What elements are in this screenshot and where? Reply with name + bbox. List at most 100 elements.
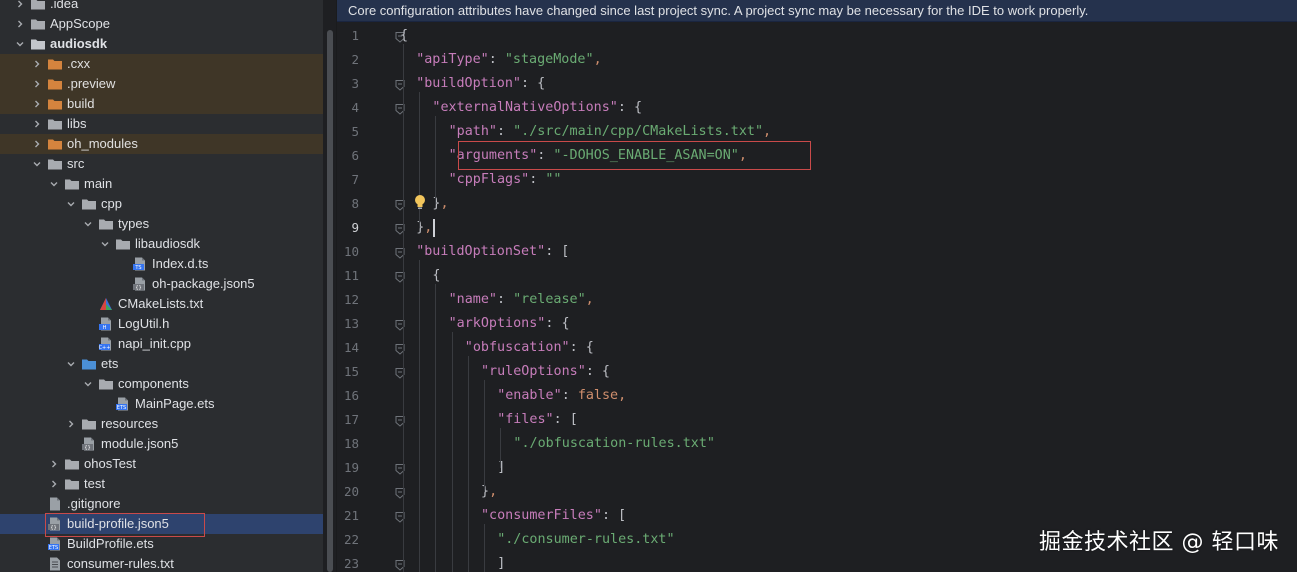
- chevron-down-icon[interactable]: [48, 178, 60, 190]
- tree-item[interactable]: ohosTest: [0, 454, 323, 474]
- code-area[interactable]: { "apiType": "stageMode", "buildOption": {…: [382, 24, 1282, 572]
- code-line[interactable]: "arkOptions": {: [449, 312, 570, 336]
- chevron-right-icon[interactable]: [31, 138, 43, 150]
- tree-item-label: src: [67, 156, 85, 171]
- tree-item[interactable]: ETS MainPage.ets: [0, 394, 323, 414]
- code-line[interactable]: "buildOptionSet": [: [416, 240, 569, 264]
- tree-item-label: .cxx: [67, 56, 91, 71]
- chevron-right-icon[interactable]: [65, 418, 77, 430]
- tree-item[interactable]: .gitignore: [0, 494, 323, 514]
- code-line[interactable]: "./consumer-rules.txt": [497, 528, 674, 552]
- tree-item[interactable]: .cxx: [0, 54, 323, 74]
- tree-item[interactable]: libaudiosdk: [0, 234, 323, 254]
- lightbulb-icon[interactable]: [413, 194, 427, 210]
- tree-item[interactable]: {} module.json5: [0, 434, 323, 454]
- tree-item[interactable]: .preview: [0, 74, 323, 94]
- tree-item-label: BuildProfile.ets: [67, 536, 154, 551]
- chevron-right-icon[interactable]: [31, 78, 43, 90]
- chevron-right-icon[interactable]: [31, 98, 43, 110]
- code-token: "path": [448, 124, 497, 139]
- code-editor[interactable]: Core configuration attributes have chang…: [337, 0, 1297, 572]
- code-line[interactable]: "obfuscation": {: [465, 336, 594, 360]
- code-line[interactable]: {: [400, 24, 408, 48]
- chevron-right-icon[interactable]: [14, 0, 26, 10]
- tree-item[interactable]: types: [0, 214, 323, 234]
- tree-item[interactable]: H LogUtil.h: [0, 314, 323, 334]
- chevron-down-icon[interactable]: [82, 218, 94, 230]
- code-token: "arkOptions": [448, 316, 546, 331]
- tree-item[interactable]: main: [0, 174, 323, 194]
- code-line[interactable]: "./obfuscation-rules.txt": [513, 432, 715, 456]
- scrollbar-thumb[interactable]: [327, 30, 333, 572]
- folder-icon: [98, 217, 114, 231]
- chevron-down-icon[interactable]: [31, 158, 43, 170]
- project-tree-scrollbar[interactable]: [326, 30, 334, 572]
- chevron-right-icon[interactable]: [48, 478, 60, 490]
- tree-item[interactable]: components: [0, 374, 323, 394]
- code-line[interactable]: "consumerFiles": [: [481, 504, 626, 528]
- folder-icon: [47, 117, 63, 131]
- json5-file-icon: {}: [81, 437, 97, 451]
- tree-item[interactable]: ets: [0, 354, 323, 374]
- code-line[interactable]: ]: [497, 552, 505, 572]
- tree-item[interactable]: cpp: [0, 194, 323, 214]
- tree-item-label: Index.d.ts: [152, 256, 209, 271]
- tree-item-label: build: [67, 96, 95, 111]
- indent-guide: [435, 284, 437, 572]
- code-line[interactable]: "apiType": "stageMode",: [416, 48, 601, 72]
- tree-item[interactable]: TS Index.d.ts: [0, 254, 323, 274]
- line-number: 11: [343, 268, 359, 283]
- tree-item[interactable]: {} oh-package.json5: [0, 274, 323, 294]
- tree-item[interactable]: C++ napi_init.cpp: [0, 334, 323, 354]
- chevron-right-icon[interactable]: [31, 118, 43, 130]
- excluded-folder-icon: [47, 77, 63, 91]
- code-token: "obfuscation": [464, 340, 570, 355]
- tree-item[interactable]: ETS BuildProfile.ets: [0, 534, 323, 554]
- tree-item[interactable]: .idea: [0, 0, 323, 14]
- chevron-down-icon[interactable]: [65, 198, 77, 210]
- chevron-down-icon[interactable]: [65, 358, 77, 370]
- code-line[interactable]: "name": "release",: [449, 288, 594, 312]
- tree-item[interactable]: libs: [0, 114, 323, 134]
- code-line[interactable]: "ruleOptions": {: [481, 360, 610, 384]
- code-line[interactable]: "enable": false,: [497, 384, 626, 408]
- line-number: 15: [343, 364, 359, 379]
- tree-item[interactable]: CMakeLists.txt: [0, 294, 323, 314]
- code-line[interactable]: "cppFlags": "": [449, 168, 562, 192]
- tree-item[interactable]: test: [0, 474, 323, 494]
- chevron-right-icon[interactable]: [14, 18, 26, 30]
- tree-item[interactable]: AppScope: [0, 14, 323, 34]
- chevron-right-icon[interactable]: [48, 458, 60, 470]
- tree-item-label: main: [84, 176, 113, 191]
- code-line[interactable]: "buildOption": {: [416, 72, 545, 96]
- tree-item[interactable]: src: [0, 154, 323, 174]
- tree-item-label: LogUtil.h: [118, 316, 170, 331]
- tree-item[interactable]: oh_modules: [0, 134, 323, 154]
- code-token: : {: [545, 316, 570, 331]
- code-token: "buildOptionSet": [416, 244, 546, 259]
- project-tree[interactable]: .idea AppScope audiosdk .cxx .preview build li…: [0, 0, 323, 572]
- chevron-right-icon[interactable]: [31, 58, 43, 70]
- code-line[interactable]: {: [432, 264, 440, 288]
- tree-item[interactable]: consumer-rules.txt: [0, 554, 323, 572]
- tree-item-label: ets: [101, 356, 119, 371]
- line-number: 9: [351, 220, 359, 235]
- line-number: 1: [351, 28, 359, 43]
- chevron-down-icon[interactable]: [14, 38, 26, 50]
- tree-item-label: oh-package.json5: [152, 276, 255, 291]
- tree-item[interactable]: audiosdk: [0, 34, 323, 54]
- tree-item-label: .preview: [67, 76, 116, 91]
- tree-item[interactable]: build: [0, 94, 323, 114]
- tree-item-label: CMakeLists.txt: [118, 296, 204, 311]
- code-token: :: [488, 52, 505, 67]
- tree-item[interactable]: resources: [0, 414, 323, 434]
- code-line[interactable]: "files": [: [497, 408, 578, 432]
- code-line[interactable]: "externalNativeOptions": {: [432, 96, 642, 120]
- line-number: 6: [351, 148, 359, 163]
- chevron-down-icon[interactable]: [82, 378, 94, 390]
- code-line[interactable]: ]: [497, 456, 505, 480]
- chevron-down-icon[interactable]: [99, 238, 111, 250]
